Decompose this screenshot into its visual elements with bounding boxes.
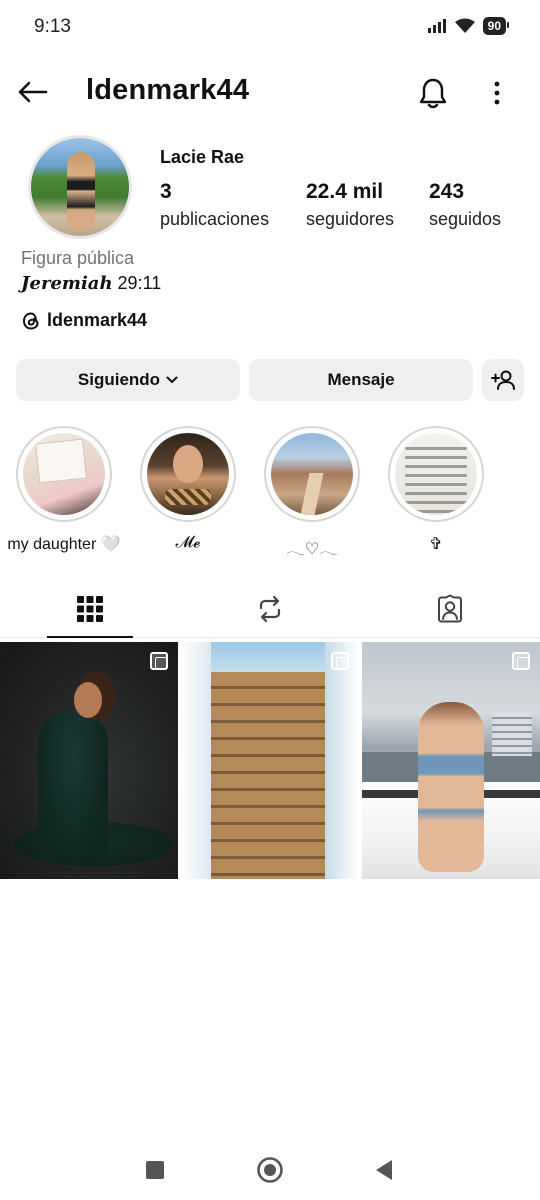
back-nav-button[interactable] <box>368 1154 400 1186</box>
stat-posts-value: 3 <box>160 180 172 203</box>
battery-indicator: 90 <box>482 17 510 35</box>
highlight-path <box>300 473 324 515</box>
highlight-ring <box>264 426 360 522</box>
status-icons: 90 <box>427 17 510 35</box>
wifi-icon <box>454 18 475 33</box>
chevron-down-icon <box>166 376 178 383</box>
bell-icon <box>419 78 447 109</box>
stat-followers-label: seguidores <box>306 209 395 229</box>
highlight-text-lines <box>405 447 467 515</box>
bio-book: Jeremiah <box>21 273 113 294</box>
display-name: Lacie Rae <box>160 147 245 167</box>
system-nav-bar <box>0 1140 540 1200</box>
stat-posts-label: publicaciones <box>160 209 270 229</box>
profile-tabs <box>0 580 540 638</box>
tab-posts-grid[interactable] <box>0 580 180 638</box>
signal-icon <box>427 19 446 33</box>
stat-followers-value: 22.4 mil <box>306 180 384 203</box>
highlight-item[interactable]: 𝓜𝓮 <box>126 426 250 552</box>
message-button[interactable]: Mensaje <box>249 359 473 401</box>
arrow-left-icon <box>18 81 48 103</box>
highlight-ring <box>16 426 112 522</box>
more-options-button[interactable] <box>480 74 514 112</box>
message-label: Mensaje <box>327 370 395 389</box>
post-thumbnail[interactable] <box>0 642 178 879</box>
avatar-figure <box>67 152 95 230</box>
highlight-card <box>35 438 87 484</box>
grid-icon <box>77 596 103 622</box>
highlight-item[interactable]: ✞ <box>374 426 498 554</box>
home-button[interactable] <box>254 1154 286 1186</box>
post-thumbnail[interactable] <box>362 642 540 879</box>
highlight-label: my daughter 🤍 <box>7 536 121 553</box>
profile-header: ldenmark44 <box>0 60 540 124</box>
highlight-label: 𓂃♡𓂃 <box>286 541 338 558</box>
stat-following-label: seguidos <box>429 209 502 229</box>
notifications-button[interactable] <box>414 74 452 112</box>
profile-bio: Jeremiah 29:11 <box>21 273 161 294</box>
post-figure <box>247 720 297 870</box>
back-button[interactable] <box>14 74 50 110</box>
tab-reposts[interactable] <box>180 580 360 638</box>
highlight-cover <box>395 433 477 515</box>
multiple-photos-icon <box>512 652 530 670</box>
highlight-label: 𝓜𝓮 <box>175 534 201 551</box>
highlight-ring <box>140 426 236 522</box>
tab-tagged[interactable] <box>360 580 540 638</box>
post-thumbnail[interactable] <box>181 642 359 879</box>
post-railing-right <box>325 642 359 879</box>
status-time: 9:13 <box>34 16 71 37</box>
stat-followers[interactable]: 22.4 mil seguidores <box>306 180 394 230</box>
post-dress <box>38 712 108 862</box>
add-person-icon <box>491 370 515 390</box>
post-figure-head <box>74 682 102 718</box>
following-button[interactable]: Siguiendo <box>16 359 240 401</box>
post-building <box>492 712 532 756</box>
suggest-people-button[interactable] <box>482 359 524 401</box>
highlight-item[interactable]: my daughter 🤍 <box>2 426 126 554</box>
tagged-person-icon <box>438 594 462 623</box>
page-title: ldenmark44 <box>86 74 250 106</box>
avatar-image <box>31 138 129 236</box>
avatar[interactable] <box>28 135 132 239</box>
multiple-photos-icon <box>150 652 168 670</box>
highlight-cover <box>23 433 105 515</box>
bio-verse: 29:11 <box>112 273 162 293</box>
threads-handle: ldenmark44 <box>47 310 148 330</box>
triangle-back-icon <box>376 1160 392 1180</box>
threads-icon <box>22 311 39 330</box>
recents-button[interactable] <box>139 1154 171 1186</box>
following-label: Siguiendo <box>77 370 161 389</box>
highlight-cover <box>271 433 353 515</box>
post-figure <box>418 702 484 872</box>
highlight-item[interactable]: 𓂃♡𓂃 <box>250 426 374 560</box>
more-vertical-icon <box>494 81 500 105</box>
multiple-photos-icon <box>331 652 349 670</box>
highlight-face <box>173 445 203 483</box>
status-bar: 9:13 90 <box>0 0 540 52</box>
highlight-ring <box>388 426 484 522</box>
home-circle-icon <box>257 1157 283 1183</box>
stat-posts: 3 publicaciones <box>160 180 269 230</box>
stat-following-value: 243 <box>429 180 465 203</box>
profile-category: Figura pública <box>21 248 135 268</box>
repost-icon <box>259 595 281 623</box>
square-icon <box>146 1161 164 1179</box>
highlight-label: ✞ <box>429 536 443 553</box>
posts-grid <box>0 642 540 880</box>
active-tab-indicator <box>47 636 133 638</box>
post-railing-left <box>181 642 211 879</box>
stat-following[interactable]: 243 seguidos <box>429 180 501 230</box>
highlight-top <box>165 489 211 505</box>
threads-link[interactable]: ldenmark44 <box>21 310 147 331</box>
highlight-cover <box>147 433 229 515</box>
